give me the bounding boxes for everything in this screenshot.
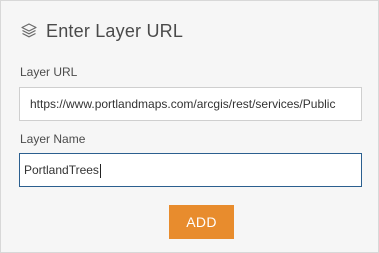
layer-name-label: Layer Name [20,132,86,146]
add-button[interactable]: ADD [169,205,234,239]
layer-url-label: Layer URL [20,65,78,79]
layer-name-input[interactable]: PortlandTrees [19,153,362,187]
enter-layer-url-panel: Enter Layer URL Layer URL https://www.po… [0,0,379,253]
panel-header: Enter Layer URL [20,19,183,43]
layer-url-input[interactable]: https://www.portlandmaps.com/arcgis/rest… [19,87,362,121]
layers-icon [20,22,38,40]
text-caret [99,163,101,178]
panel-title: Enter Layer URL [46,20,184,41]
layer-name-value: PortlandTrees [24,163,99,177]
layer-url-value: https://www.portlandmaps.com/arcgis/rest… [30,97,336,111]
